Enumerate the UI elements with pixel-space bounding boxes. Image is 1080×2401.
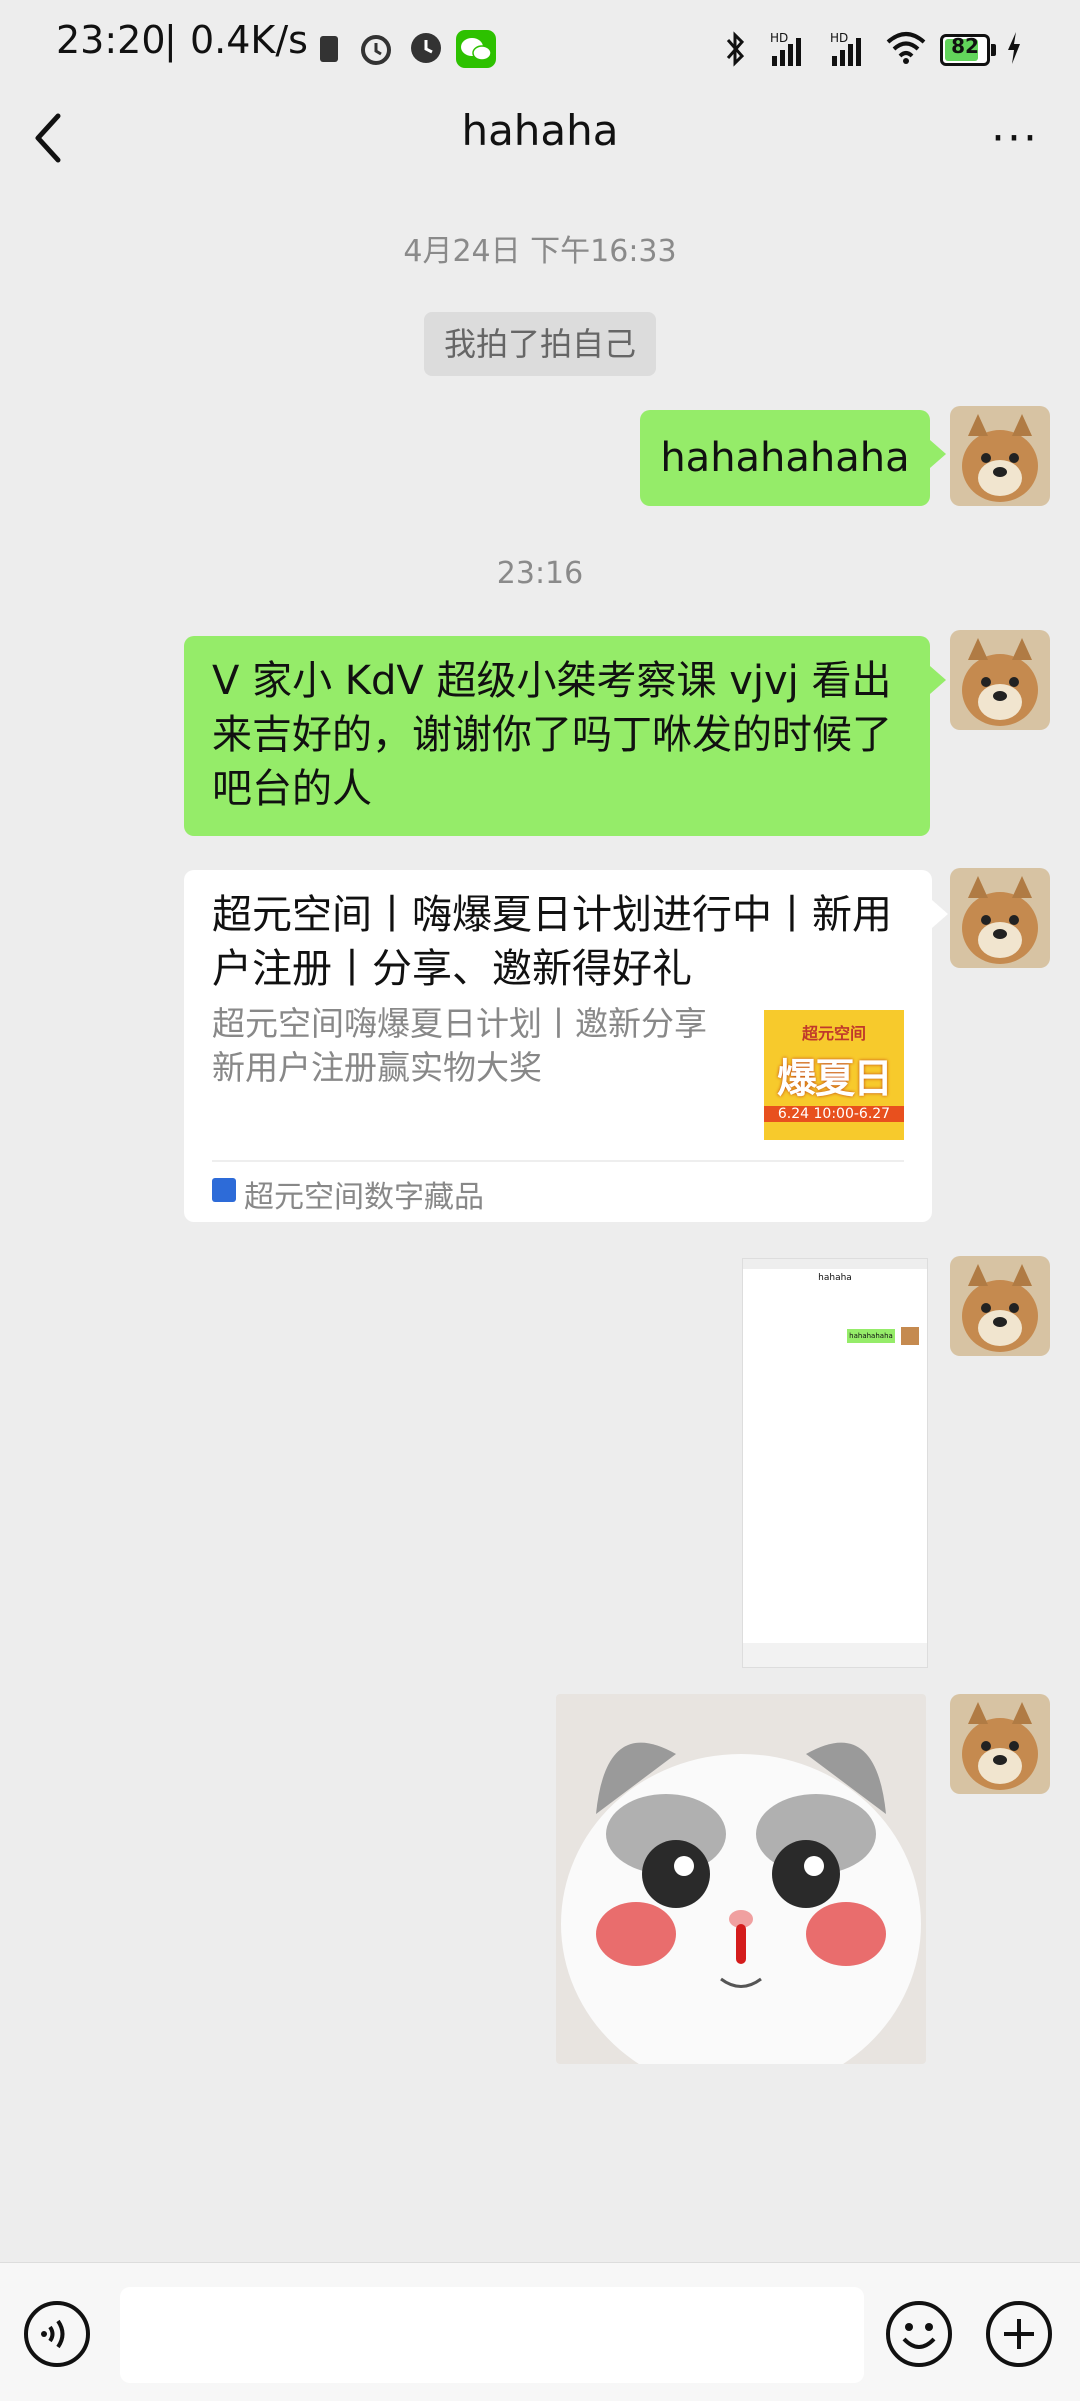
- signal-hd-icon: HD: [770, 31, 801, 66]
- charging-icon: [1008, 32, 1020, 64]
- voice-button[interactable]: [22, 2299, 92, 2369]
- wifi-icon: [886, 32, 926, 64]
- dog-avatar: [950, 1256, 1050, 1356]
- voice-icon: [24, 2301, 90, 2367]
- plus-icon: [986, 2301, 1052, 2367]
- avatar[interactable]: [950, 1694, 1050, 1794]
- thumb-brand: 超元空间: [801, 1024, 866, 1043]
- svg-text:HD: HD: [830, 31, 848, 45]
- input-bar: [0, 2262, 1080, 2401]
- message-text: V 家小 KdV 超级小桀考察课 vjvj 看出来吉好的，谢谢你了吗丁咻发的时候…: [212, 658, 892, 812]
- avatar[interactable]: [950, 630, 1050, 730]
- card-thumbnail: 超元空间 爆夏日 6.24 10:00-6.27: [764, 1010, 904, 1140]
- message-text: hahahahaha: [660, 435, 910, 481]
- system-message: 我拍了拍自己: [424, 312, 656, 376]
- svg-text:HD: HD: [770, 31, 788, 45]
- nav-bar: hahaha ···: [0, 78, 1080, 196]
- clock-icon: [411, 33, 441, 63]
- more-button[interactable]: ···: [980, 114, 1050, 164]
- message-bubble[interactable]: hahahahaha: [640, 410, 946, 506]
- wechat-icon: [456, 30, 496, 68]
- thumb-date: 6.24 10:00-6.27: [764, 1106, 904, 1122]
- net-speed: 0.4K/s: [190, 18, 308, 62]
- dog-avatar: [950, 406, 1050, 506]
- thumb-chat-title: hahaha: [818, 1273, 852, 1283]
- dog-avatar: [950, 1694, 1050, 1794]
- plus-button[interactable]: [984, 2299, 1054, 2369]
- alarm-icon: [361, 35, 391, 65]
- message-bubble[interactable]: V 家小 KdV 超级小桀考察课 vjvj 看出来吉好的，谢谢你了吗丁咻发的时候…: [184, 636, 946, 836]
- sim-icon: [320, 36, 338, 62]
- battery-icon: 82: [940, 34, 996, 66]
- card-title: 超元空间丨嗨爆夏日计划进行中丨新用户注册丨分享、邀新得好礼: [212, 892, 892, 992]
- status-separator: |: [164, 18, 177, 62]
- card-source: 超元空间数字藏品: [244, 1180, 484, 1215]
- sticker-image[interactable]: [556, 1694, 926, 2064]
- thumb-bubble: hahahahaha: [847, 1329, 895, 1343]
- avatar[interactable]: [950, 406, 1050, 506]
- divider: [212, 1160, 904, 1162]
- timestamp: 23:16: [496, 556, 584, 591]
- card-description: 超元空间嗨爆夏日计划丨邀新分享新用户注册赢实物大奖: [212, 1004, 707, 1087]
- battery-level: 82: [951, 34, 979, 58]
- timestamp: 4月24日 下午16:33: [403, 234, 677, 269]
- thumb-headline: 爆夏日: [777, 1056, 893, 1102]
- link-card[interactable]: 超元空间丨嗨爆夏日计划进行中丨新用户注册丨分享、邀新得好礼 超元空间嗨爆夏日计划…: [184, 870, 948, 1222]
- chat-title: hahaha: [461, 106, 619, 155]
- dog-avatar: [950, 630, 1050, 730]
- message-input[interactable]: [120, 2287, 864, 2383]
- signal-hd2-icon: HD: [830, 31, 861, 66]
- avatar[interactable]: [950, 1256, 1050, 1356]
- emoji-icon: [886, 2301, 952, 2367]
- source-icon: [212, 1178, 236, 1202]
- cat-sticker: [556, 1694, 926, 2064]
- emoji-button[interactable]: [884, 2299, 954, 2369]
- dog-avatar: [950, 868, 1050, 968]
- avatar[interactable]: [950, 868, 1050, 968]
- status-time: 23:20: [56, 18, 166, 62]
- status-bar: 23:20 | 0.4K/s HD HD 82: [0, 0, 1080, 78]
- bluetooth-icon: [726, 31, 745, 67]
- image-message-screenshot[interactable]: hahaha hahahahaha: [742, 1258, 928, 1668]
